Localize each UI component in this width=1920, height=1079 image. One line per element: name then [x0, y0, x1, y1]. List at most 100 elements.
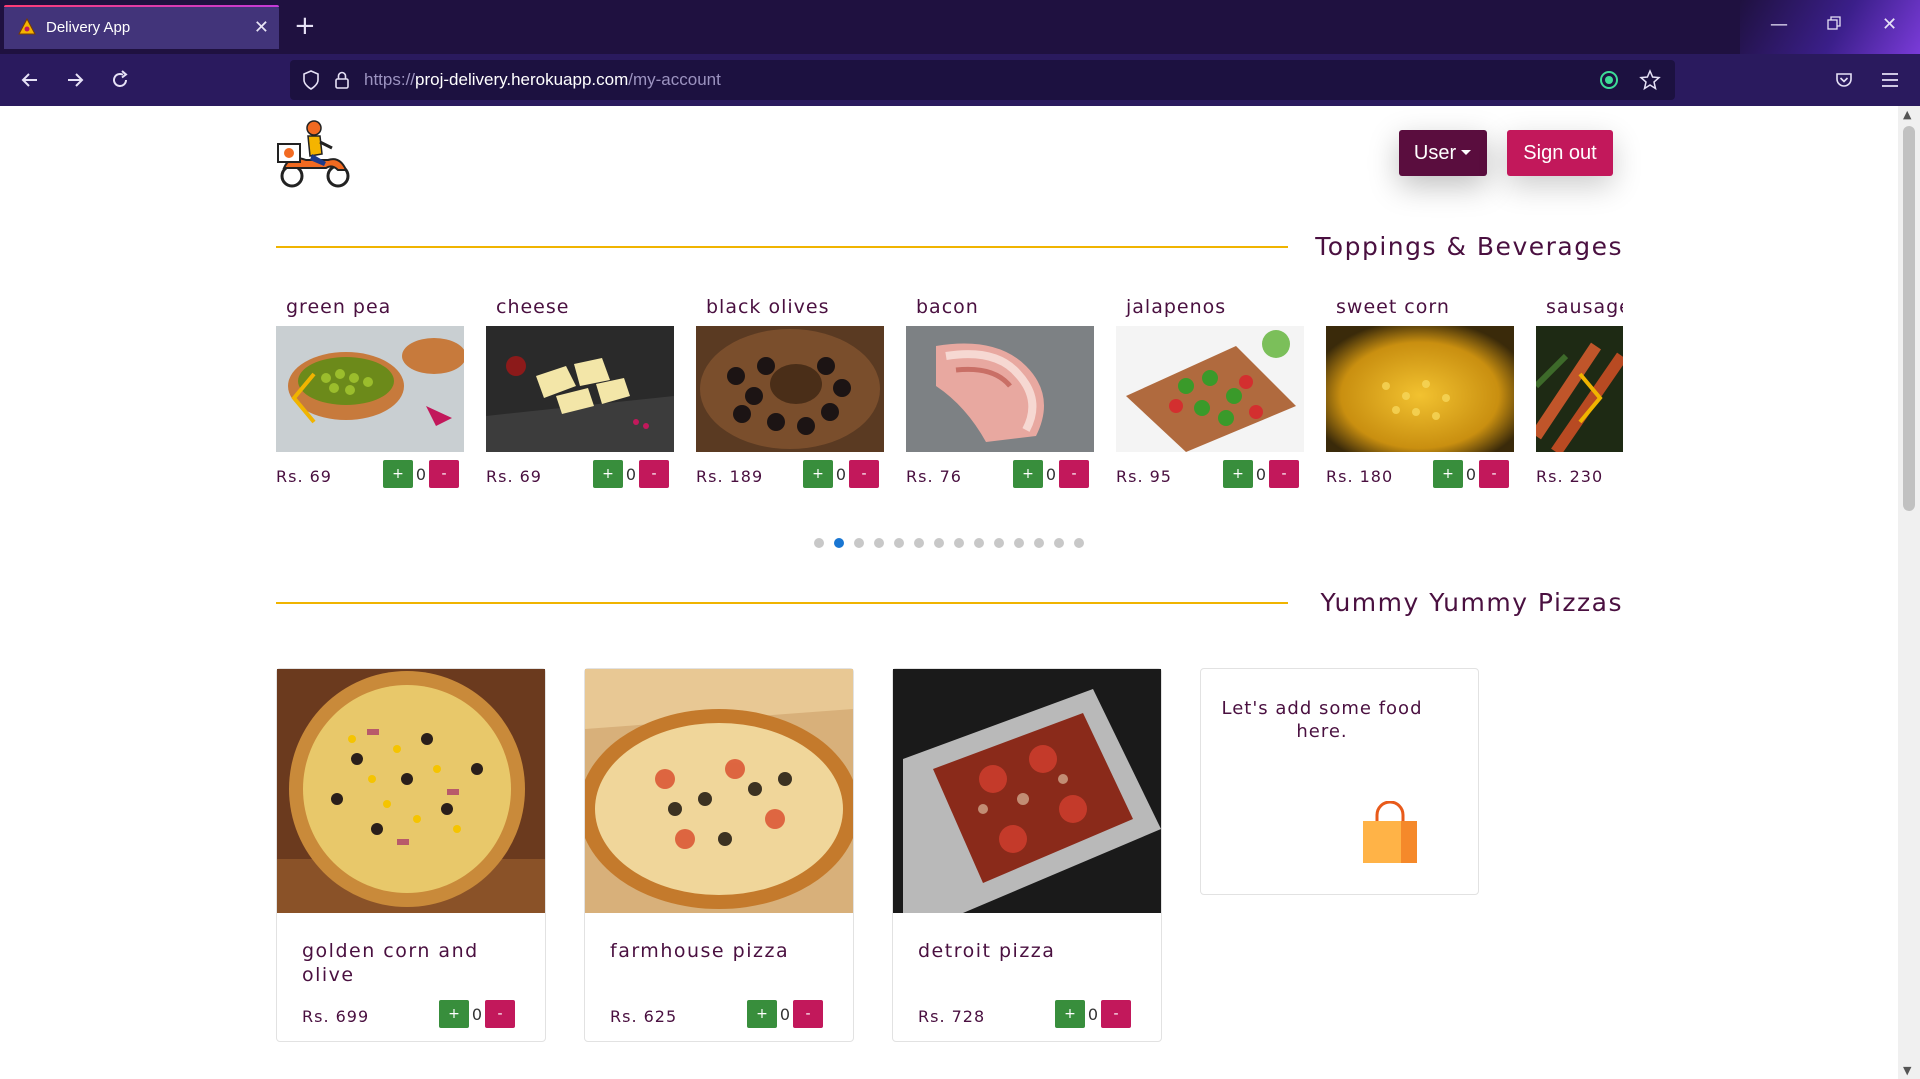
pizza-card-farmhouse: farmhouse pizza Rs. 625 + 0 -: [579, 668, 859, 1042]
topping-item-bacon: bacon Rs. 76 + 0 -: [906, 296, 1094, 516]
carousel-next-icon[interactable]: [1572, 368, 1612, 448]
scrollbar-thumb[interactable]: [1903, 126, 1915, 511]
pizzas-divider: [276, 602, 1288, 604]
url-path: /my-account: [628, 70, 721, 89]
remove-topping-button[interactable]: -: [1269, 460, 1299, 488]
remove-topping-button[interactable]: -: [429, 460, 459, 488]
user-dropdown-button[interactable]: User: [1399, 130, 1487, 176]
restore-icon[interactable]: [1827, 14, 1841, 35]
browser-tab-active[interactable]: Delivery App ✕: [4, 5, 279, 49]
pizza-name: farmhouse pizza: [610, 940, 790, 962]
pizzas-section-title: Yummy Yummy Pizzas: [1320, 588, 1623, 617]
caret-down-icon: [1460, 149, 1472, 157]
topping-item-jalapenos: jalapenos Rs. 95 + 0 -: [1116, 296, 1304, 516]
signout-button-label: Sign out: [1523, 141, 1597, 164]
topping-image-black-olives: [696, 326, 884, 452]
back-icon[interactable]: [16, 66, 44, 94]
topping-name: sausage: [1546, 296, 1623, 318]
new-tab-button[interactable]: +: [294, 13, 316, 39]
remove-topping-button[interactable]: -: [639, 460, 669, 488]
menu-icon[interactable]: [1876, 66, 1904, 94]
topping-name: black olives: [706, 296, 830, 318]
cart-empty-card: Let's add some food here.: [1200, 668, 1479, 895]
topping-qty: 0: [1255, 464, 1267, 484]
topping-image-bacon: [906, 326, 1094, 452]
pizza-name: golden corn and olive: [302, 940, 479, 986]
add-topping-button[interactable]: +: [383, 460, 413, 488]
minimize-icon[interactable]: —: [1770, 14, 1788, 35]
tab-close-icon[interactable]: ✕: [254, 17, 269, 38]
carousel-dot[interactable]: [1054, 538, 1064, 548]
shopping-bag-icon: [1361, 800, 1419, 865]
topping-item-sweet-corn: sweet corn Rs. 180 + 0 -: [1326, 296, 1514, 516]
remove-pizza-button[interactable]: -: [793, 1000, 823, 1028]
lock-icon[interactable]: [334, 70, 350, 90]
window-close-icon[interactable]: ✕: [1882, 14, 1897, 35]
carousel-indicators: [814, 538, 1084, 548]
delivery-scooter-logo[interactable]: [276, 116, 352, 190]
add-topping-button[interactable]: +: [1223, 460, 1253, 488]
browser-titlebar: Delivery App ✕ + — ✕: [0, 0, 1920, 54]
add-topping-button[interactable]: +: [803, 460, 833, 488]
carousel-dot[interactable]: [874, 538, 884, 548]
signout-button[interactable]: Sign out: [1507, 130, 1613, 176]
remove-pizza-button[interactable]: -: [485, 1000, 515, 1028]
extension-icon[interactable]: [1599, 70, 1619, 90]
toppings-carousel: green pea Rs. 69 + 0 - cheese Rs. 69 + 0…: [276, 296, 1623, 526]
carousel-dot[interactable]: [834, 538, 844, 548]
add-topping-button[interactable]: +: [1433, 460, 1463, 488]
carousel-dot[interactable]: [914, 538, 924, 548]
topping-qty-control: + 0 -: [803, 460, 879, 488]
topping-price: Rs. 76: [906, 467, 962, 486]
topping-price: Rs. 230: [1536, 467, 1604, 486]
carousel-dot[interactable]: [894, 538, 904, 548]
add-pizza-button[interactable]: +: [747, 1000, 777, 1028]
pizza-card-golden-corn: golden corn and olive Rs. 699 + 0 -: [276, 668, 546, 1042]
browser-navbar: https://proj-delivery.herokuapp.com/my-a…: [0, 54, 1920, 106]
topping-item-cheese: cheese Rs. 69 + 0 -: [486, 296, 674, 516]
topping-qty: 0: [415, 464, 427, 484]
remove-pizza-button[interactable]: -: [1101, 1000, 1131, 1028]
url-bar[interactable]: https://proj-delivery.herokuapp.com/my-a…: [290, 60, 1675, 100]
pizza-qty-control: + 0 -: [747, 1000, 823, 1028]
topping-image-sweet-corn: [1326, 326, 1514, 452]
add-topping-button[interactable]: +: [1013, 460, 1043, 488]
remove-topping-button[interactable]: -: [1059, 460, 1089, 488]
scroll-up-icon[interactable]: ▲: [1903, 108, 1911, 121]
remove-topping-button[interactable]: -: [849, 460, 879, 488]
add-topping-button[interactable]: +: [593, 460, 623, 488]
carousel-dot[interactable]: [1074, 538, 1084, 548]
topping-name: sweet corn: [1336, 296, 1450, 318]
carousel-dot[interactable]: [1034, 538, 1044, 548]
page-scrollbar[interactable]: ▲ ▼: [1898, 106, 1920, 1079]
add-pizza-button[interactable]: +: [1055, 1000, 1085, 1028]
topping-name: jalapenos: [1126, 296, 1227, 318]
pizza-qty: 0: [779, 1004, 791, 1024]
pocket-icon[interactable]: [1830, 66, 1858, 94]
add-pizza-button[interactable]: +: [439, 1000, 469, 1028]
carousel-prev-icon[interactable]: [286, 368, 326, 448]
carousel-dot[interactable]: [1014, 538, 1024, 548]
topping-qty-control: + 0 -: [593, 460, 669, 488]
pizza-image-golden-corn: [277, 669, 545, 913]
pizza-qty-control: + 0 -: [1055, 1000, 1131, 1028]
topping-name: green pea: [286, 296, 392, 318]
carousel-dot[interactable]: [854, 538, 864, 548]
bookmark-star-icon[interactable]: [1639, 69, 1661, 91]
carousel-dot[interactable]: [994, 538, 1004, 548]
toppings-section-title: Toppings & Beverages: [1315, 232, 1623, 261]
remove-topping-button[interactable]: -: [1479, 460, 1509, 488]
carousel-dot[interactable]: [934, 538, 944, 548]
carousel-dot[interactable]: [974, 538, 984, 548]
user-button-label: User: [1413, 141, 1457, 164]
url-host: proj-delivery.herokuapp.com: [415, 70, 629, 89]
carousel-dot[interactable]: [814, 538, 824, 548]
topping-price: Rs. 95: [1116, 467, 1172, 486]
topping-qty-control: + 0 -: [383, 460, 459, 488]
carousel-dot[interactable]: [954, 538, 964, 548]
shield-icon[interactable]: [302, 70, 320, 90]
scroll-down-icon[interactable]: ▼: [1903, 1064, 1911, 1077]
topping-name: cheese: [496, 296, 570, 318]
reload-icon[interactable]: [106, 66, 134, 94]
forward-icon[interactable]: [61, 66, 89, 94]
